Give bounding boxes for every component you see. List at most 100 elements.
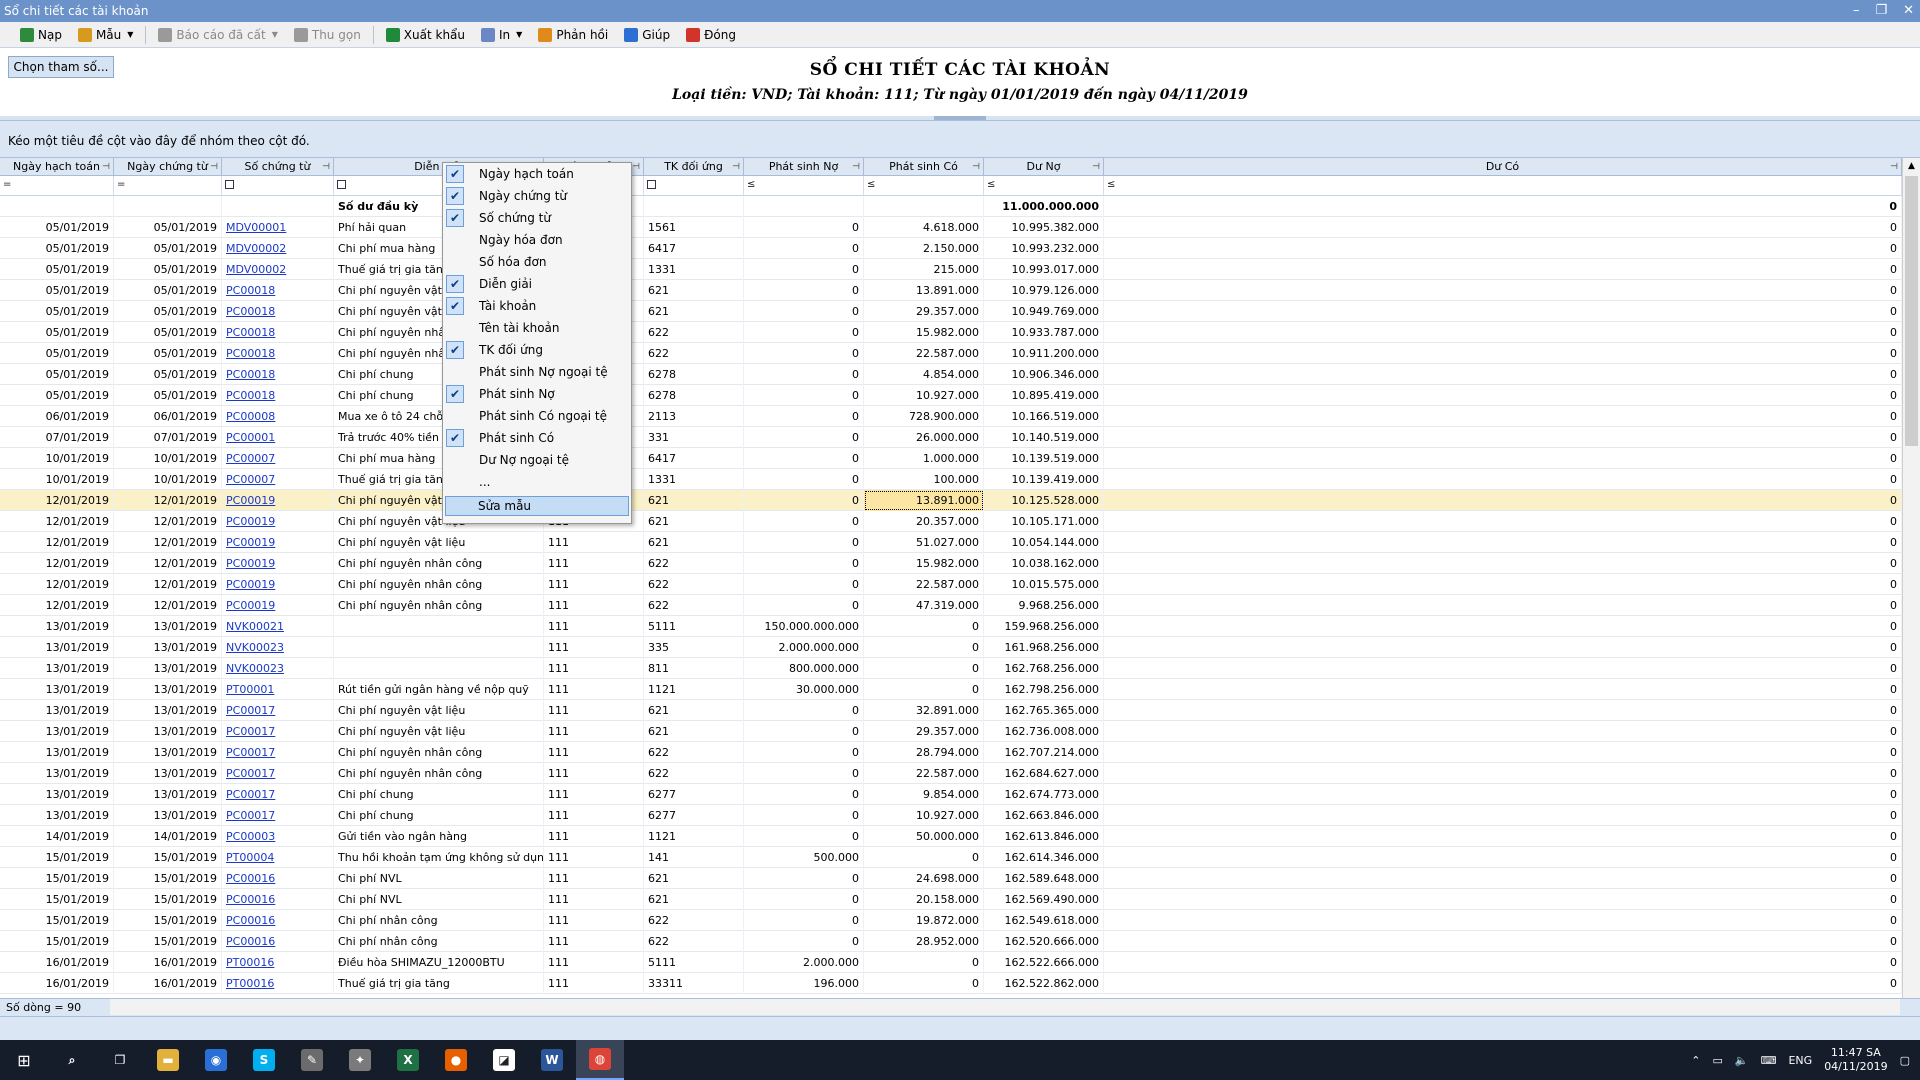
column-toggle-item[interactable]: ✔ Ngày hạch toán (443, 163, 631, 185)
toolbar-button-refresh[interactable]: Nạp (14, 24, 68, 46)
voucher-link[interactable]: PC00016 (222, 910, 334, 931)
filter-cell[interactable]: = (0, 176, 114, 196)
table-row[interactable]: 12/01/2019 12/01/2019 PC00019 Chi phí nguyê… (0, 490, 1902, 511)
filter-cell[interactable]: ≤ (864, 176, 984, 196)
voucher-link[interactable]: PT00016 (222, 973, 334, 994)
table-row[interactable]: 13/01/2019 13/01/2019 PC00017 Chi phí nguyê… (0, 763, 1902, 784)
table-row[interactable]: 05/01/2019 05/01/2019 PC00018 Chi phí nguyê… (0, 322, 1902, 343)
filter-operator-icon[interactable]: ≤ (867, 180, 875, 190)
taskbar-app-search[interactable]: ⌕ (48, 1040, 96, 1080)
voucher-link[interactable]: MDV00002 (222, 259, 334, 280)
voucher-link[interactable]: PC00019 (222, 553, 334, 574)
pin-icon[interactable]: ⊣ (322, 158, 330, 176)
notification-icon[interactable]: ▢ (1900, 1054, 1910, 1067)
voucher-link[interactable]: PC00018 (222, 280, 334, 301)
column-toggle-item[interactable]: Số hóa đơn (443, 251, 631, 273)
voucher-link[interactable]: PC00019 (222, 490, 334, 511)
column-toggle-item[interactable]: Ngày hóa đơn (443, 229, 631, 251)
taskbar-app-chrome[interactable]: ◍ (576, 1040, 624, 1080)
voucher-link[interactable]: PC00008 (222, 406, 334, 427)
taskbar-app-app-misa[interactable]: ✦ (336, 1040, 384, 1080)
column-toggle-item[interactable]: ✔ Phát sinh Có (443, 427, 631, 449)
voucher-link[interactable]: PT00016 (222, 952, 334, 973)
clock[interactable]: 11:47 SA 04/11/2019 (1824, 1046, 1887, 1074)
table-row[interactable]: 05/01/2019 05/01/2019 PC00018 Chi phí chung… (0, 385, 1902, 406)
voucher-link[interactable]: PT00001 (222, 679, 334, 700)
voucher-link[interactable]: PC00017 (222, 784, 334, 805)
column-toggle-item[interactable]: ... (443, 471, 631, 493)
voucher-link[interactable]: NVK00023 (222, 658, 334, 679)
toolbar-button-help[interactable]: Giúp (618, 24, 676, 46)
column-toggle-item[interactable]: ✔ Ngày chứng từ (443, 185, 631, 207)
voucher-link[interactable]: PT00004 (222, 847, 334, 868)
toolbar-button-template[interactable]: Mẫu ▼ (72, 24, 139, 46)
table-row[interactable]: 15/01/2019 15/01/2019 PC00016 Chi phí nhân … (0, 931, 1902, 952)
voucher-link[interactable]: PC00016 (222, 868, 334, 889)
filter-cell[interactable] (644, 176, 744, 196)
voucher-link[interactable]: MDV00002 (222, 238, 334, 259)
taskbar-app-word[interactable]: W (528, 1040, 576, 1080)
toolbar-button-excel-export[interactable]: Xuất khẩu (380, 24, 471, 46)
column-header[interactable]: Phát sinh Nợ ⊣ (744, 158, 864, 176)
table-row[interactable]: 15/01/2019 15/01/2019 PT00004 Thu hồi khoản… (0, 847, 1902, 868)
column-toggle-item[interactable]: ✔ Phát sinh Nợ (443, 383, 631, 405)
minimize-icon[interactable]: – (1853, 0, 1860, 22)
voucher-link[interactable]: PC00018 (222, 301, 334, 322)
column-toggle-item[interactable]: ✔ Số chứng từ (443, 207, 631, 229)
tray-chevron-icon[interactable]: ⌃ (1691, 1054, 1700, 1067)
table-row[interactable]: 13/01/2019 13/01/2019 PC00017 Chi phí nguyê… (0, 721, 1902, 742)
table-row[interactable]: 16/01/2019 16/01/2019 PT00016 Điều hòa SHIM… (0, 952, 1902, 973)
column-toggle-item[interactable]: ✔ TK đối ứng (443, 339, 631, 361)
pin-icon[interactable]: ⊣ (1092, 158, 1100, 176)
column-header[interactable]: TK đối ứng ⊣ (644, 158, 744, 176)
column-header[interactable]: Dư Nợ ⊣ (984, 158, 1104, 176)
table-row[interactable]: 13/01/2019 13/01/2019 NVK00023 111 335 2.000.… (0, 637, 1902, 658)
pin-icon[interactable]: ⊣ (632, 158, 640, 176)
filter-operator-icon[interactable]: ≤ (1107, 180, 1115, 190)
filter-operator-icon[interactable] (225, 180, 234, 189)
table-row[interactable]: 13/01/2019 13/01/2019 PC00017 Chi phí nguyê… (0, 742, 1902, 763)
voucher-link[interactable]: PC00016 (222, 931, 334, 952)
voucher-link[interactable]: PC00019 (222, 511, 334, 532)
table-row[interactable]: 12/01/2019 12/01/2019 PC00019 Chi phí nguyê… (0, 574, 1902, 595)
table-row[interactable]: 06/01/2019 06/01/2019 PC00008 Mua xe ô tô 2… (0, 406, 1902, 427)
taskbar-app-app-notes[interactable]: ◪ (480, 1040, 528, 1080)
network-icon[interactable]: ▭ (1712, 1054, 1722, 1067)
table-row[interactable]: 14/01/2019 14/01/2019 PC00003 Gửi tiền vào … (0, 826, 1902, 847)
column-header[interactable]: Số chứng từ ⊣ (222, 158, 334, 176)
restore-icon[interactable]: ❐ (1875, 0, 1887, 22)
voucher-link[interactable]: PC00019 (222, 532, 334, 553)
column-toggle-item[interactable]: ✔ Tài khoản (443, 295, 631, 317)
filter-cell[interactable]: ≤ (1104, 176, 1902, 196)
table-row[interactable]: 05/01/2019 05/01/2019 PC00018 Chi phí chung… (0, 364, 1902, 385)
table-row[interactable]: 16/01/2019 16/01/2019 PT00016 Thuế giá trị … (0, 973, 1902, 994)
filter-operator-icon[interactable]: ≤ (747, 180, 755, 190)
voucher-link[interactable]: PC00018 (222, 385, 334, 406)
close-window-icon[interactable]: ✕ (1903, 0, 1914, 22)
scroll-thumb[interactable] (1905, 176, 1918, 446)
column-toggle-item[interactable]: ✔ Diễn giải (443, 273, 631, 295)
taskbar-app-firefox[interactable]: ● (432, 1040, 480, 1080)
filter-operator-icon[interactable]: = (117, 180, 125, 190)
table-row[interactable]: 13/01/2019 13/01/2019 PC00017 Chi phí nguyê… (0, 700, 1902, 721)
table-row[interactable]: 07/01/2019 07/01/2019 PC00001 Trả trước 40%… (0, 427, 1902, 448)
pin-icon[interactable]: ⊣ (1890, 158, 1898, 176)
table-row[interactable]: 12/01/2019 12/01/2019 PC00019 Chi phí nguyê… (0, 511, 1902, 532)
scroll-up-icon[interactable]: ▲ (1903, 158, 1920, 174)
voucher-link[interactable]: PC00007 (222, 469, 334, 490)
filter-cell[interactable]: ≤ (744, 176, 864, 196)
taskbar-app-excel[interactable]: X (384, 1040, 432, 1080)
vertical-scrollbar[interactable]: ▲ (1902, 158, 1920, 1016)
voucher-link[interactable]: PC00019 (222, 574, 334, 595)
table-row[interactable]: 13/01/2019 13/01/2019 PC00017 Chi phí chung… (0, 784, 1902, 805)
table-row[interactable]: 05/01/2019 05/01/2019 PC00018 Chi phí nguyê… (0, 280, 1902, 301)
taskbar-app-file-explorer[interactable]: ▬ (144, 1040, 192, 1080)
pin-icon[interactable]: ⊣ (210, 158, 218, 176)
chevron-down-icon[interactable]: ▼ (127, 30, 133, 39)
table-row[interactable]: 13/01/2019 13/01/2019 NVK00021 111 5111 150.0… (0, 616, 1902, 637)
voucher-link[interactable]: NVK00023 (222, 637, 334, 658)
table-row[interactable]: 05/01/2019 05/01/2019 MDV00002 Chi phí mua … (0, 238, 1902, 259)
pin-icon[interactable]: ⊣ (732, 158, 740, 176)
column-toggle-item[interactable]: Phát sinh Có ngoại tệ (443, 405, 631, 427)
toolbar-button-print[interactable]: In ▼ (475, 24, 528, 46)
